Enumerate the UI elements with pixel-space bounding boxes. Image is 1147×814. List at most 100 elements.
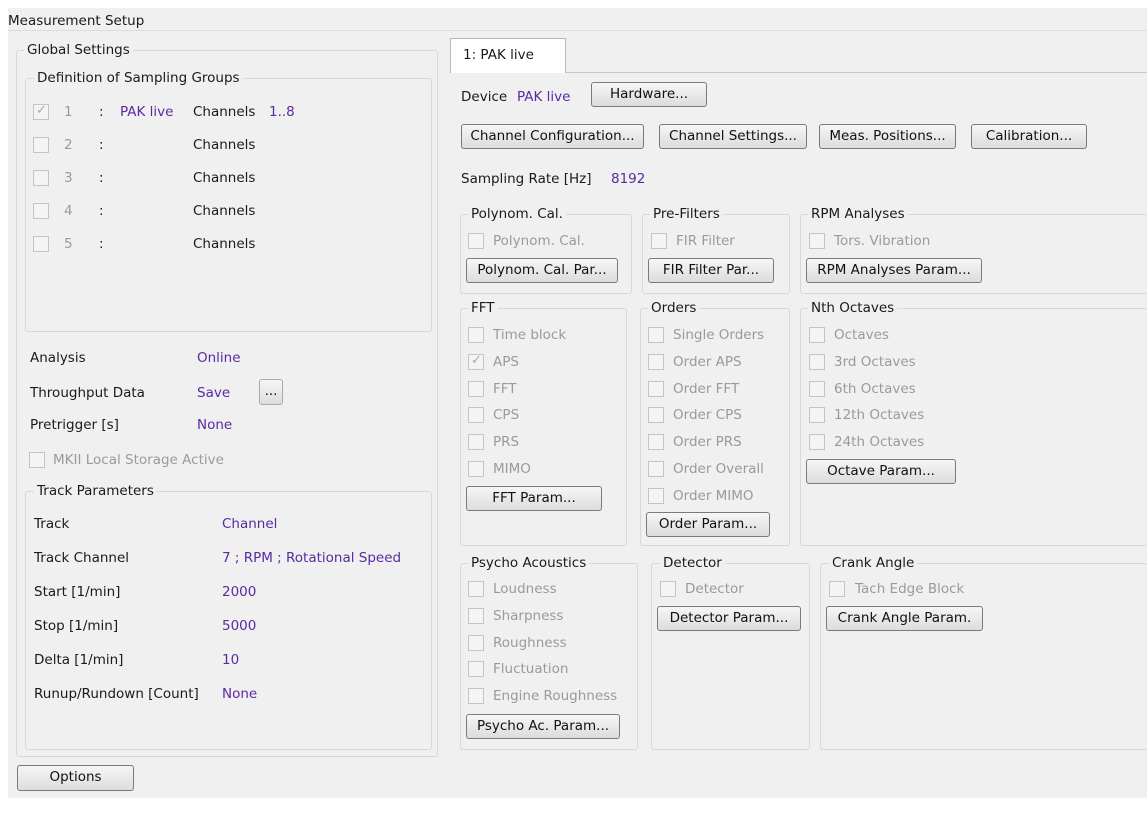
fft-option-checkbox[interactable] [468,407,484,424]
group-channels-label: Channels [193,236,256,252]
fft-option-label: Time block [493,327,567,343]
psycho-option-checkbox[interactable] [468,634,484,651]
psycho-option-label: Roughness [493,634,567,651]
fft-option-label: PRS [493,434,520,451]
tors-vibration-label: Tors. Vibration [834,233,931,249]
polynom-cal-checkbox[interactable] [468,233,484,249]
analysis-value[interactable]: Online [197,349,241,367]
psycho-option-checkbox[interactable] [468,688,484,705]
hardware-button[interactable]: Hardware... [591,82,707,107]
meas-positions-button[interactable]: Meas. Positions... [819,124,956,149]
throughput-browse-button[interactable]: ... [259,379,283,405]
group-separator: : [99,203,104,219]
order-option-checkbox[interactable] [648,407,664,424]
mkii-storage-label: MKII Local Storage Active [53,452,224,468]
tab-pak-live[interactable]: 1: PAK live [450,38,566,73]
octave-option-checkbox[interactable] [809,407,825,424]
fft-option-checkbox[interactable] [468,434,484,451]
mkii-storage-checkbox[interactable] [29,452,45,468]
order-option-label: Order CPS [673,407,742,424]
psycho-option-label: Sharpness [493,607,564,624]
track-param-label: Start [1/min] [34,584,121,600]
pre-filters-title: Pre-Filters [650,206,723,222]
psycho-option-checkbox[interactable] [468,661,484,678]
order-option-label: Order Overall [673,461,764,477]
crank-angle-param-button[interactable]: Crank Angle Param. [826,606,983,631]
group-separator: : [99,236,104,252]
group-separator: : [99,137,104,153]
track-param-value[interactable]: None [222,685,257,703]
group-channels-value[interactable]: 1..8 [269,103,295,121]
order-option-label: Order FFT [673,380,740,397]
octave-option-checkbox[interactable] [809,327,825,343]
track-param-label: Stop [1/min] [34,618,119,634]
pretrigger-value[interactable]: None [197,416,232,434]
tach-edge-block-label: Tach Edge Block [855,581,965,597]
order-option-checkbox[interactable] [648,353,664,370]
fir-filter-checkbox[interactable] [651,233,667,249]
group-channels-label: Channels [193,170,256,186]
order-option-checkbox[interactable] [648,487,664,504]
track-param-value[interactable]: 5000 [222,617,256,635]
options-button[interactable]: Options [17,765,134,791]
psycho-ac-param-button[interactable]: Psycho Ac. Param... [466,714,620,739]
fft-option-label: APS [493,353,519,370]
channel-settings-button[interactable]: Channel Settings... [659,124,807,149]
tach-edge-block-checkbox[interactable] [829,581,845,597]
group-enable-checkbox[interactable] [33,170,49,186]
octave-option-checkbox[interactable] [809,434,825,451]
detector-checkbox[interactable] [660,581,676,597]
psycho-option-checkbox[interactable] [468,607,484,624]
track-param-value[interactable]: Channel [222,515,277,533]
fft-option-checkbox[interactable] [468,327,484,343]
fft-option-checkbox[interactable] [468,461,484,477]
octave-option-label: 12th Octaves [834,407,925,424]
group-number: 4 [64,203,73,219]
order-option-checkbox[interactable] [648,380,664,397]
group-number: 3 [64,170,73,186]
fft-param-button[interactable]: FFT Param... [466,486,602,511]
octave-option-checkbox[interactable] [809,380,825,397]
fir-filter-label: FIR Filter [676,233,735,249]
group-enable-checkbox[interactable] [33,236,49,252]
order-option-label: Order PRS [673,434,742,451]
crank-angle-title: Crank Angle [829,555,918,571]
sampling-groups-title: Definition of Sampling Groups [34,70,243,86]
group-enable-checkbox[interactable] [33,203,49,219]
polynom-cal-param-button[interactable]: Polynom. Cal. Par... [466,258,618,283]
psycho-option-checkbox[interactable] [468,581,484,597]
fir-filter-param-button[interactable]: FIR Filter Par... [648,258,774,283]
fft-option-checkbox[interactable]: ✓ [468,353,484,370]
fft-option-checkbox[interactable] [468,380,484,397]
order-param-button[interactable]: Order Param... [646,512,770,537]
analysis-label: Analysis [30,350,86,366]
sampling-rate-value[interactable]: 8192 [611,170,645,188]
calibration-button[interactable]: Calibration... [971,124,1087,149]
track-param-value[interactable]: 7 ; RPM ; Rotational Speed [222,549,401,567]
polynom-cal-label: Polynom. Cal. [493,233,585,249]
tors-vibration-checkbox[interactable] [809,233,825,249]
group-enable-checkbox[interactable] [33,137,49,153]
rpm-analyses-param-button[interactable]: RPM Analyses Param... [806,258,982,283]
throughput-value[interactable]: Save [197,384,230,402]
channel-configuration-button[interactable]: Channel Configuration... [461,124,644,149]
order-option-checkbox[interactable] [648,461,664,477]
order-option-checkbox[interactable] [648,327,664,343]
global-settings-title: Global Settings [24,42,133,58]
polynom-cal-title: Polynom. Cal. [468,206,566,222]
group-channels-label: Channels [193,203,256,219]
fft-option-label: MIMO [493,461,531,477]
track-param-value[interactable]: 10 [222,651,239,669]
track-param-label: Delta [1/min] [34,652,124,668]
track-param-value[interactable]: 2000 [222,583,256,601]
device-value[interactable]: PAK live [517,88,570,106]
fft-option-label: CPS [493,407,520,424]
order-option-checkbox[interactable] [648,434,664,451]
check-icon: ✓ [36,103,47,118]
group-name[interactable]: PAK live [120,103,173,121]
detector-param-button[interactable]: Detector Param... [657,606,801,631]
rpm-analyses-title: RPM Analyses [808,206,908,222]
octave-param-button[interactable]: Octave Param... [806,459,956,484]
group-enable-checkbox[interactable]: ✓ [33,103,49,120]
octave-option-checkbox[interactable] [809,353,825,370]
